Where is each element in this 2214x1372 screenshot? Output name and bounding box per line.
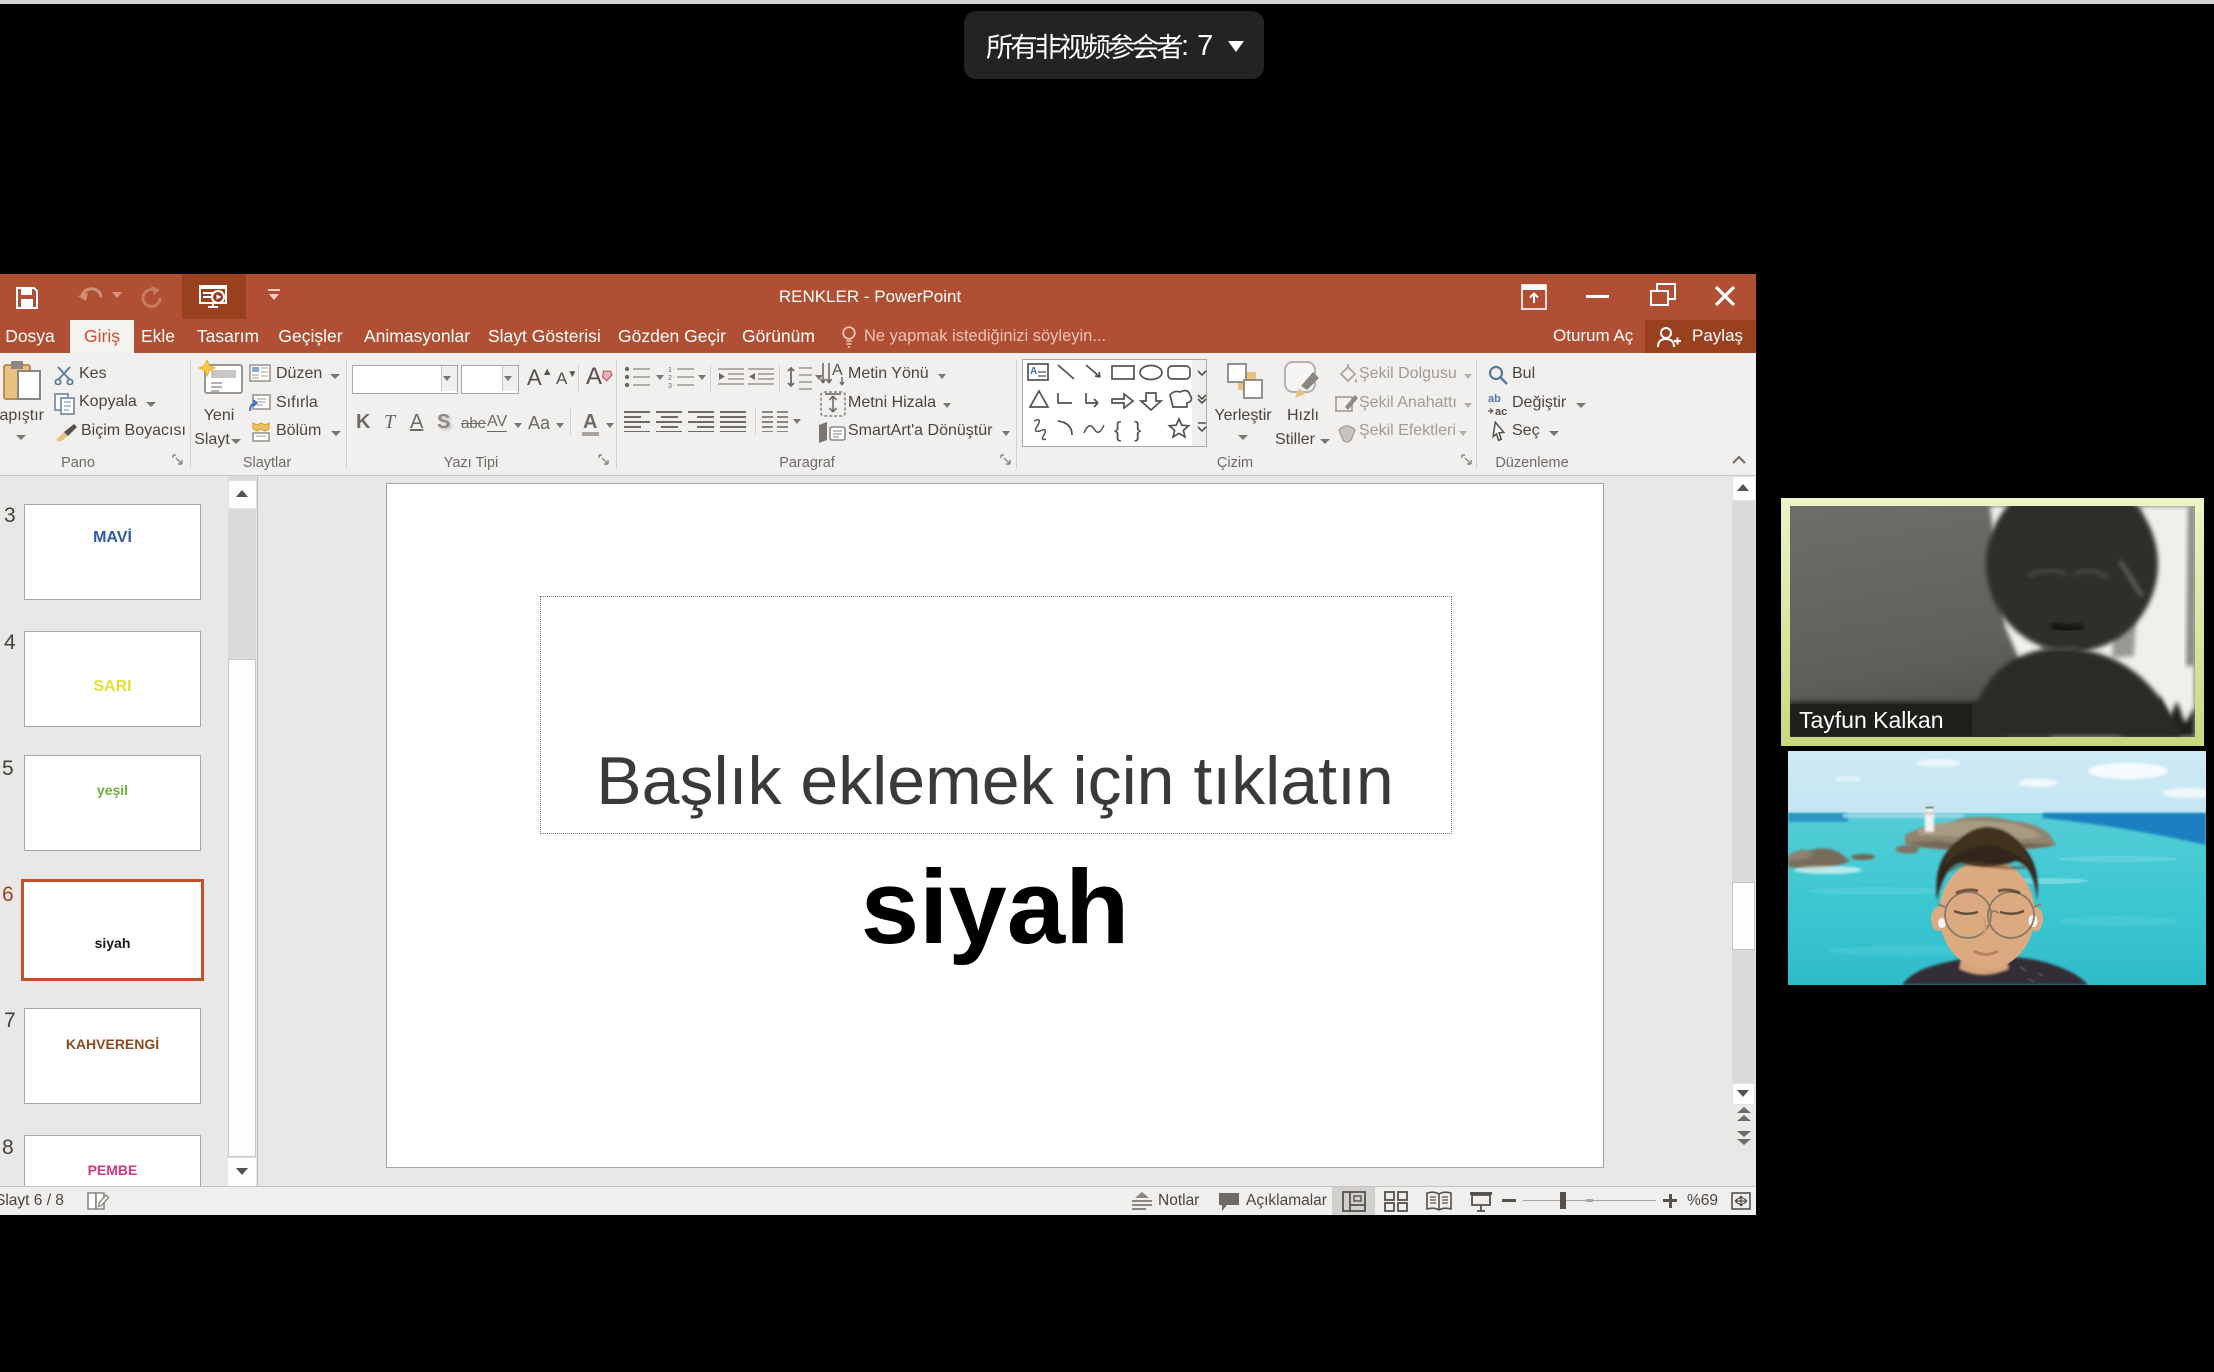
svg-text:A: A xyxy=(832,362,843,379)
svg-text:{: { xyxy=(1114,417,1121,442)
svg-text:3: 3 xyxy=(668,383,672,388)
svg-text:2: 2 xyxy=(668,375,672,382)
svg-text:ab: ab xyxy=(1488,393,1501,405)
svg-text:1: 1 xyxy=(668,367,672,374)
svg-text:}: } xyxy=(1134,417,1141,442)
svg-text:ac: ac xyxy=(1495,406,1507,417)
svg-text:A: A xyxy=(1030,366,1037,377)
